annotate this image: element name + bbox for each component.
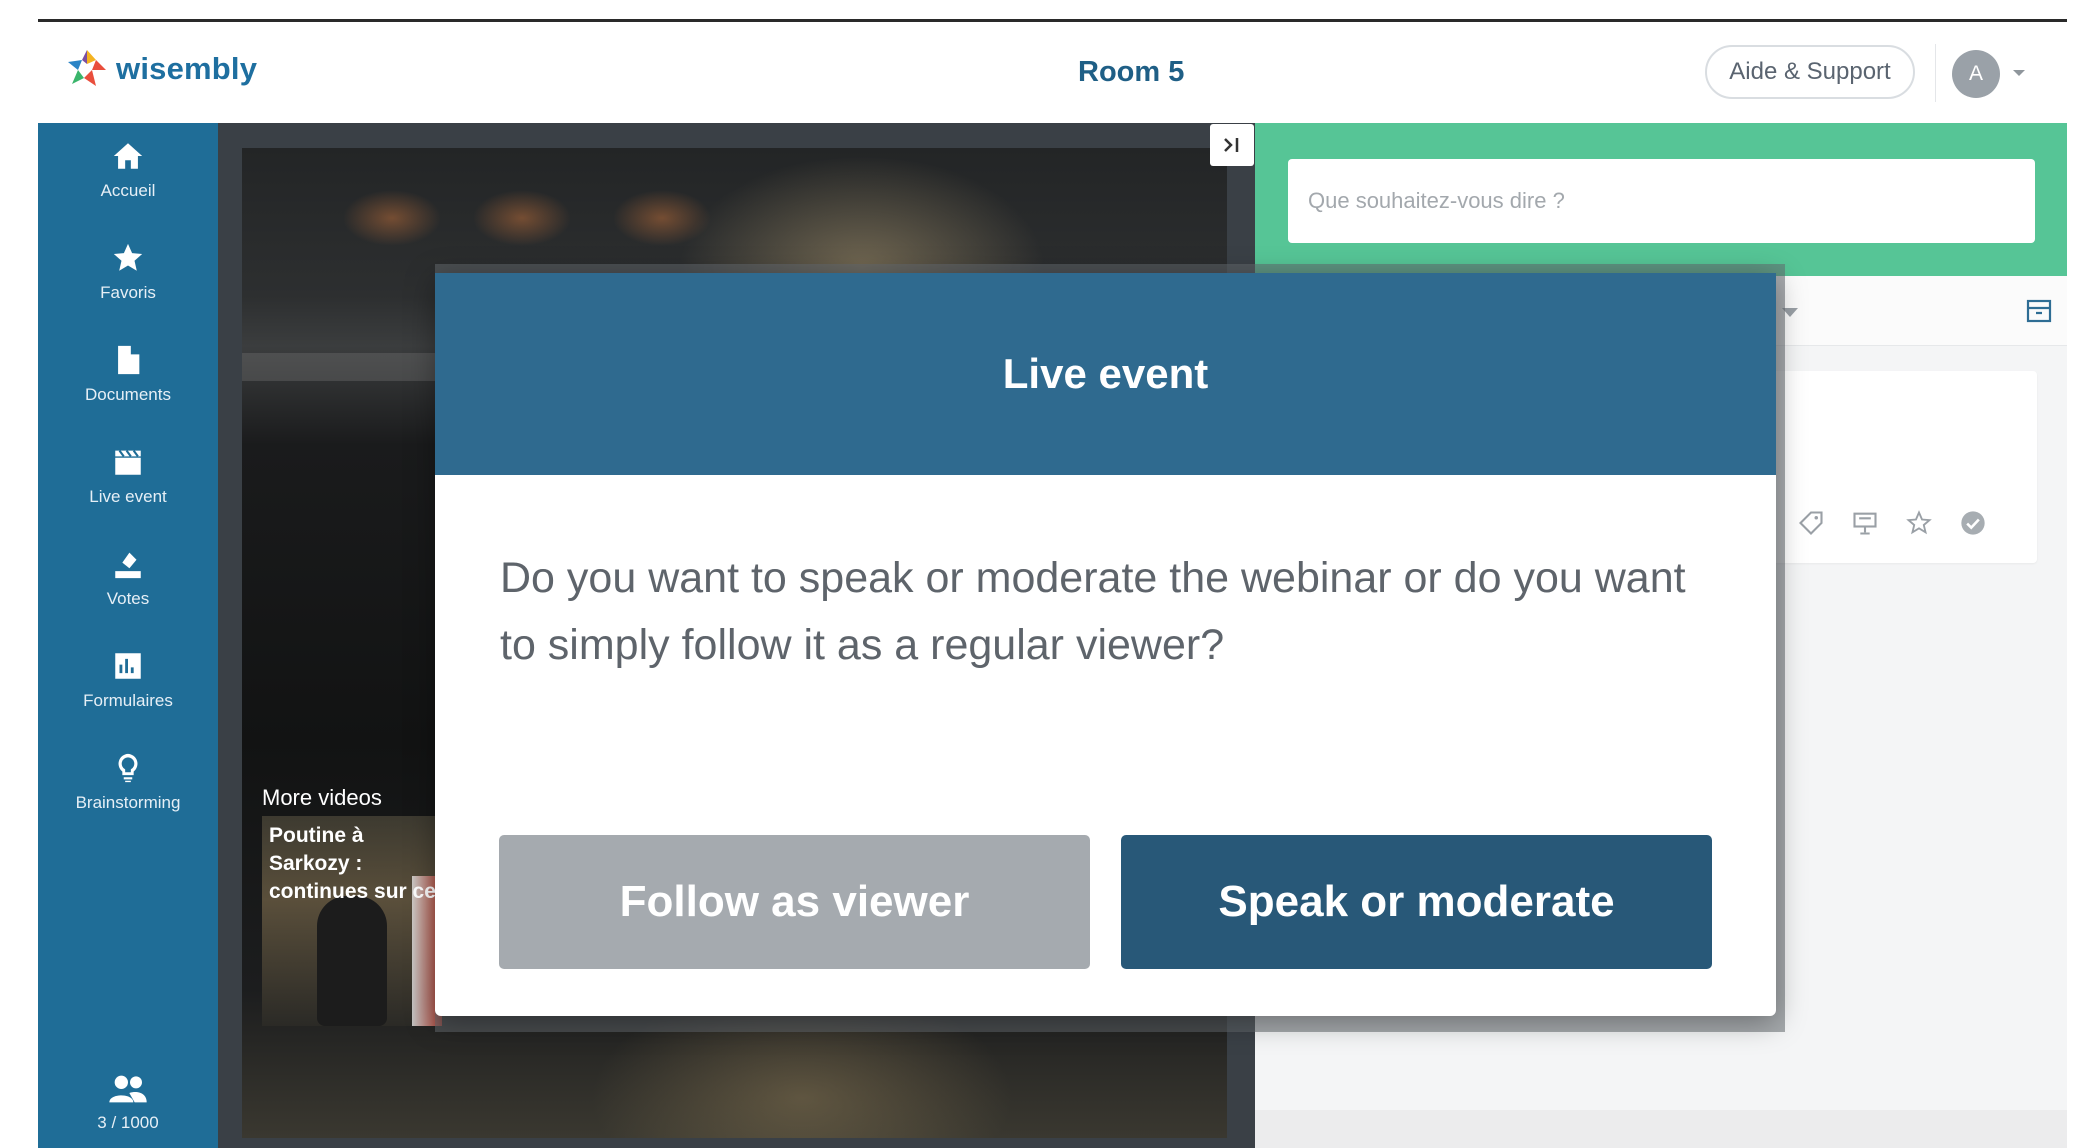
bar-chart-icon bbox=[115, 653, 141, 679]
speak-or-moderate-button[interactable]: Speak or moderate bbox=[1121, 835, 1712, 969]
tag-icon[interactable] bbox=[1797, 509, 1825, 537]
users-icon bbox=[109, 1075, 147, 1103]
room-title: Room 5 bbox=[1078, 56, 1185, 88]
logo-text: wisembly bbox=[116, 51, 258, 86]
thumbnail-title: Poutine à Sarkozy : continues sur ce bbox=[269, 824, 436, 903]
help-support-button[interactable]: Aide & Support bbox=[1705, 45, 1915, 99]
chevron-down-icon[interactable] bbox=[1782, 308, 1798, 317]
live-event-modal: Live event Do you want to speak or moder… bbox=[435, 273, 1776, 1016]
top-header: wisembly Room 5 Aide & Support A bbox=[38, 22, 2067, 123]
collapse-panel-button[interactable] bbox=[1210, 124, 1254, 166]
sidebar-item-brainstorming[interactable]: Brainstorming bbox=[38, 751, 218, 841]
check-circle-icon[interactable] bbox=[1959, 509, 1987, 537]
sidebar-item-label: Votes bbox=[106, 589, 150, 608]
lightbulb-icon bbox=[118, 753, 138, 783]
archive-icon[interactable] bbox=[2025, 298, 2053, 324]
sidebar-item-label: Favoris bbox=[100, 283, 156, 302]
ask-question-bar bbox=[1255, 123, 2067, 276]
app-window: wisembly Room 5 Aide & Support A Accueil… bbox=[38, 22, 2067, 1148]
follow-as-viewer-button[interactable]: Follow as viewer bbox=[499, 835, 1090, 969]
star-outline-icon[interactable] bbox=[1905, 509, 1933, 537]
thumbnail-person bbox=[317, 896, 387, 1026]
more-videos-label: More videos bbox=[262, 785, 382, 810]
header-divider bbox=[1935, 44, 1936, 102]
sidebar-item-formulaires[interactable]: Formulaires bbox=[38, 649, 218, 739]
question-actions bbox=[1797, 509, 1987, 537]
modal-question: Do you want to speak or moderate the web… bbox=[500, 554, 1686, 669]
sidebar-item-label: Live event bbox=[89, 487, 167, 506]
panel-footer bbox=[1255, 1110, 2067, 1148]
video-thumbnail[interactable]: Poutine à Sarkozy : continues sur ce bbox=[262, 816, 442, 1026]
vote-icon bbox=[115, 552, 141, 579]
clapperboard-icon bbox=[115, 450, 141, 475]
home-icon bbox=[113, 143, 143, 169]
sidebar-item-votes[interactable]: Votes bbox=[38, 547, 218, 637]
sidebar-item-live-event[interactable]: Live event bbox=[38, 445, 218, 535]
sidebar-item-label: Accueil bbox=[100, 181, 156, 200]
wisembly-logo[interactable]: wisembly bbox=[66, 48, 257, 90]
projector-screen-icon[interactable] bbox=[1851, 509, 1879, 537]
sidebar-item-accueil[interactable]: Accueil bbox=[38, 139, 218, 229]
participants-counter[interactable]: 3 / 1000 bbox=[38, 1073, 218, 1133]
modal-header: Live event bbox=[435, 273, 1776, 475]
document-icon bbox=[118, 345, 140, 375]
participants-count: 3 / 1000 bbox=[97, 1113, 159, 1132]
wisembly-logo-icon bbox=[68, 50, 106, 86]
user-avatar[interactable]: A bbox=[1952, 50, 2000, 98]
collapse-right-icon bbox=[1224, 138, 1239, 152]
sidebar-item-label: Brainstorming bbox=[75, 793, 181, 812]
sidebar-item-label: Formulaires bbox=[83, 691, 173, 710]
chevron-down-icon[interactable] bbox=[2013, 70, 2025, 76]
modal-title: Live event bbox=[1002, 350, 1209, 397]
sidebar: Accueil Favoris Documents Live event Vot… bbox=[38, 123, 218, 1148]
sidebar-item-documents[interactable]: Documents bbox=[38, 343, 218, 433]
sidebar-item-favoris[interactable]: Favoris bbox=[38, 241, 218, 331]
ask-question-input[interactable] bbox=[1288, 159, 2035, 243]
sidebar-item-label: Documents bbox=[85, 385, 171, 404]
star-icon bbox=[113, 243, 143, 271]
